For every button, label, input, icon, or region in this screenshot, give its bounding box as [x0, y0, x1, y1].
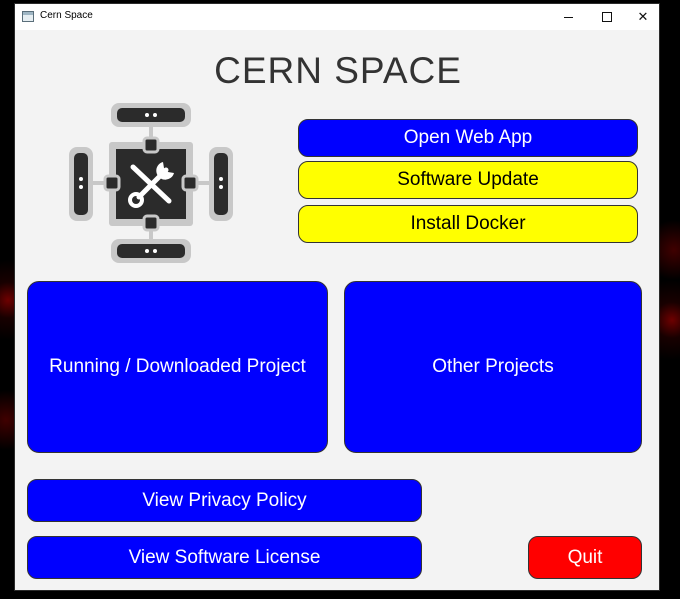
minimize-icon — [564, 17, 573, 18]
view-privacy-policy-button[interactable]: View Privacy Policy — [27, 479, 422, 522]
close-button[interactable]: ✕ — [624, 4, 662, 30]
view-software-license-button[interactable]: View Software License — [27, 536, 422, 579]
maximize-icon — [602, 12, 612, 22]
page-title: CERN SPACE — [214, 50, 462, 91]
title-bar: Cern Space ✕ — [15, 4, 659, 30]
quit-button[interactable]: Quit — [528, 536, 642, 579]
running-downloaded-project-button[interactable]: Running / Downloaded Project — [27, 281, 328, 453]
other-projects-button[interactable]: Other Projects — [344, 281, 642, 453]
tools-hub-icon — [69, 103, 233, 263]
software-update-button[interactable]: Software Update — [298, 161, 638, 199]
maximize-button[interactable] — [588, 4, 626, 30]
app-window: Cern Space ✕ CERN SPACE Open Web App Sof… — [14, 3, 660, 591]
app-window-icon — [22, 11, 34, 22]
open-web-app-button[interactable]: Open Web App — [298, 119, 638, 157]
close-icon: ✕ — [637, 9, 649, 24]
minimize-button[interactable] — [550, 4, 588, 30]
install-docker-button[interactable]: Install Docker — [298, 205, 638, 243]
window-title: Cern Space — [40, 10, 93, 21]
